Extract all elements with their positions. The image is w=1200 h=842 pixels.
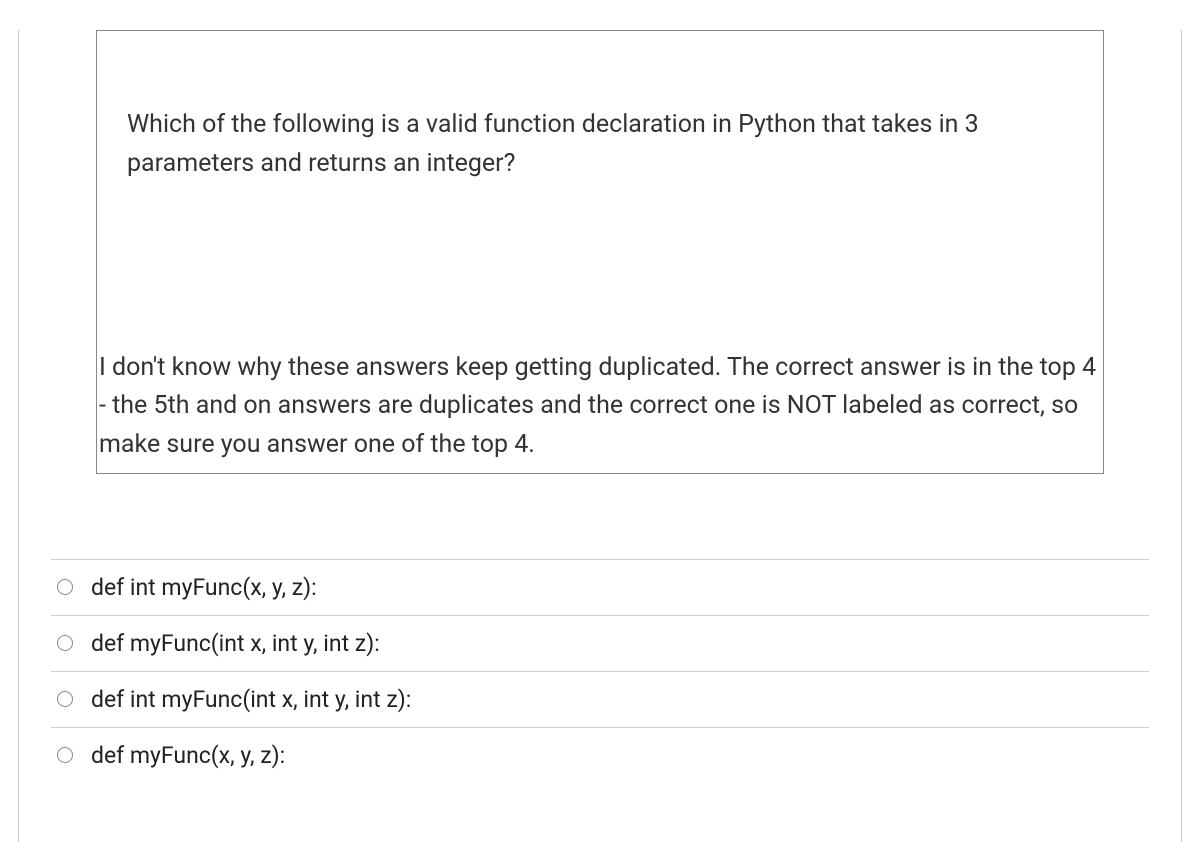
option-label: def int myFunc(int x, int y, int z):	[91, 686, 411, 713]
option-row[interactable]: def int myFunc(x, y, z):	[51, 559, 1149, 615]
option-label: def myFunc(int x, int y, int z):	[91, 630, 380, 657]
radio-icon[interactable]	[57, 747, 73, 763]
radio-icon[interactable]	[57, 691, 73, 707]
option-row[interactable]: def myFunc(int x, int y, int z):	[51, 615, 1149, 671]
quiz-frame: Which of the following is a valid functi…	[18, 30, 1182, 842]
option-label: def int myFunc(x, y, z):	[91, 574, 317, 601]
question-prompt: Which of the following is a valid functi…	[97, 31, 1103, 194]
radio-icon[interactable]	[57, 579, 73, 595]
question-box: Which of the following is a valid functi…	[96, 30, 1104, 474]
option-row[interactable]: def myFunc(x, y, z):	[51, 727, 1149, 783]
options-list: def int myFunc(x, y, z): def myFunc(int …	[41, 559, 1159, 783]
radio-icon[interactable]	[57, 635, 73, 651]
option-label: def myFunc(x, y, z):	[91, 742, 285, 769]
question-note: I don't know why these answers keep gett…	[97, 349, 1103, 473]
option-row[interactable]: def int myFunc(int x, int y, int z):	[51, 671, 1149, 727]
